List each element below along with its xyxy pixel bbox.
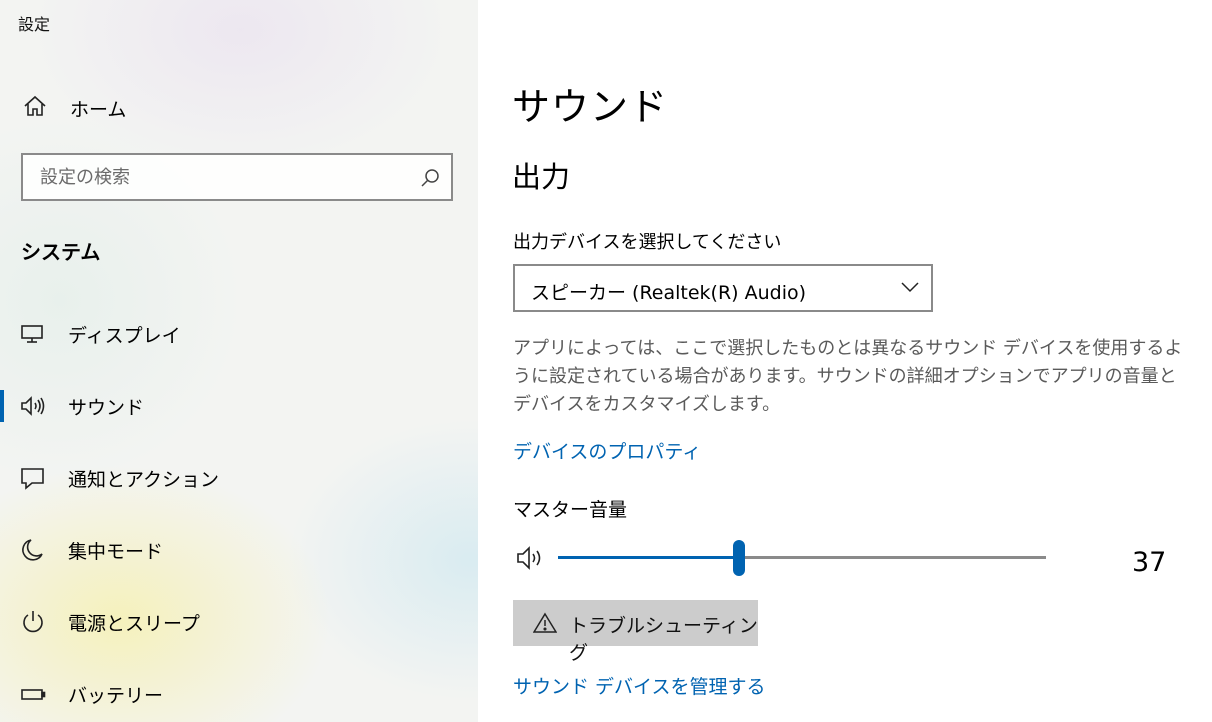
notification-icon (21, 468, 44, 490)
master-volume-slider[interactable] (558, 540, 1046, 576)
sidebar-item-label: 電源とスリープ (68, 613, 200, 635)
sidebar: 設定 ホーム システム ディスプレイ サウンド (0, 0, 478, 722)
sidebar-item-label: バッテリー (68, 685, 164, 707)
search-box (21, 153, 453, 201)
chevron-down-icon (901, 282, 919, 293)
section-label: システム (21, 240, 101, 264)
power-icon (23, 611, 43, 633)
nav-home[interactable]: ホーム (0, 88, 478, 124)
sidebar-item-notifications[interactable]: 通知とアクション (0, 450, 478, 506)
master-volume-label: マスター音量 (513, 499, 628, 521)
slider-fill (558, 556, 739, 559)
sidebar-item-power[interactable]: 電源とスリープ (0, 594, 478, 650)
nav-home-label: ホーム (70, 99, 127, 121)
output-device-value: スピーカー (Realtek(R) Audio) (531, 282, 807, 304)
sidebar-item-label: サウンド (68, 397, 145, 419)
troubleshoot-button[interactable]: トラブルシューティング (513, 600, 758, 664)
selected-indicator (0, 390, 4, 422)
search-input[interactable] (23, 155, 451, 199)
main-content: サウンド 出力 出力デバイスを選択してください スピーカー (Realtek(R… (478, 0, 1212, 722)
master-volume-value: 37 (1132, 547, 1167, 578)
search-icon[interactable] (419, 167, 441, 189)
output-heading: 出力 (512, 160, 571, 194)
warning-icon (533, 612, 557, 633)
sidebar-item-label: 通知とアクション (68, 469, 220, 491)
slider-thumb[interactable] (733, 540, 745, 576)
troubleshoot-label: トラブルシューティング (569, 615, 758, 664)
speaker-icon (21, 396, 45, 416)
monitor-icon (21, 325, 43, 343)
sidebar-item-focus[interactable]: 集中モード (0, 522, 478, 578)
output-help-text: アプリによっては、ここで選択したものとは異なるサウンド デバイスを使用するように… (513, 338, 1183, 415)
app-title: 設定 (18, 15, 51, 34)
moon-icon (22, 539, 43, 561)
output-device-label: 出力デバイスを選択してください (513, 232, 782, 253)
home-icon (24, 95, 46, 116)
output-device-dropdown[interactable]: スピーカー (Realtek(R) Audio) (513, 264, 933, 312)
battery-icon (21, 689, 46, 700)
page-title: サウンド (512, 85, 669, 129)
sidebar-item-sound[interactable]: サウンド (0, 378, 478, 434)
manage-sound-devices-link[interactable]: サウンド デバイスを管理する (513, 672, 765, 699)
sidebar-item-label: 集中モード (68, 541, 164, 563)
volume-icon[interactable] (516, 545, 546, 571)
device-properties-link[interactable]: デバイスのプロパティ (513, 437, 701, 464)
sidebar-item-label: ディスプレイ (68, 325, 181, 347)
sidebar-item-display[interactable]: ディスプレイ (0, 306, 478, 362)
sidebar-item-battery[interactable]: バッテリー (0, 666, 478, 722)
